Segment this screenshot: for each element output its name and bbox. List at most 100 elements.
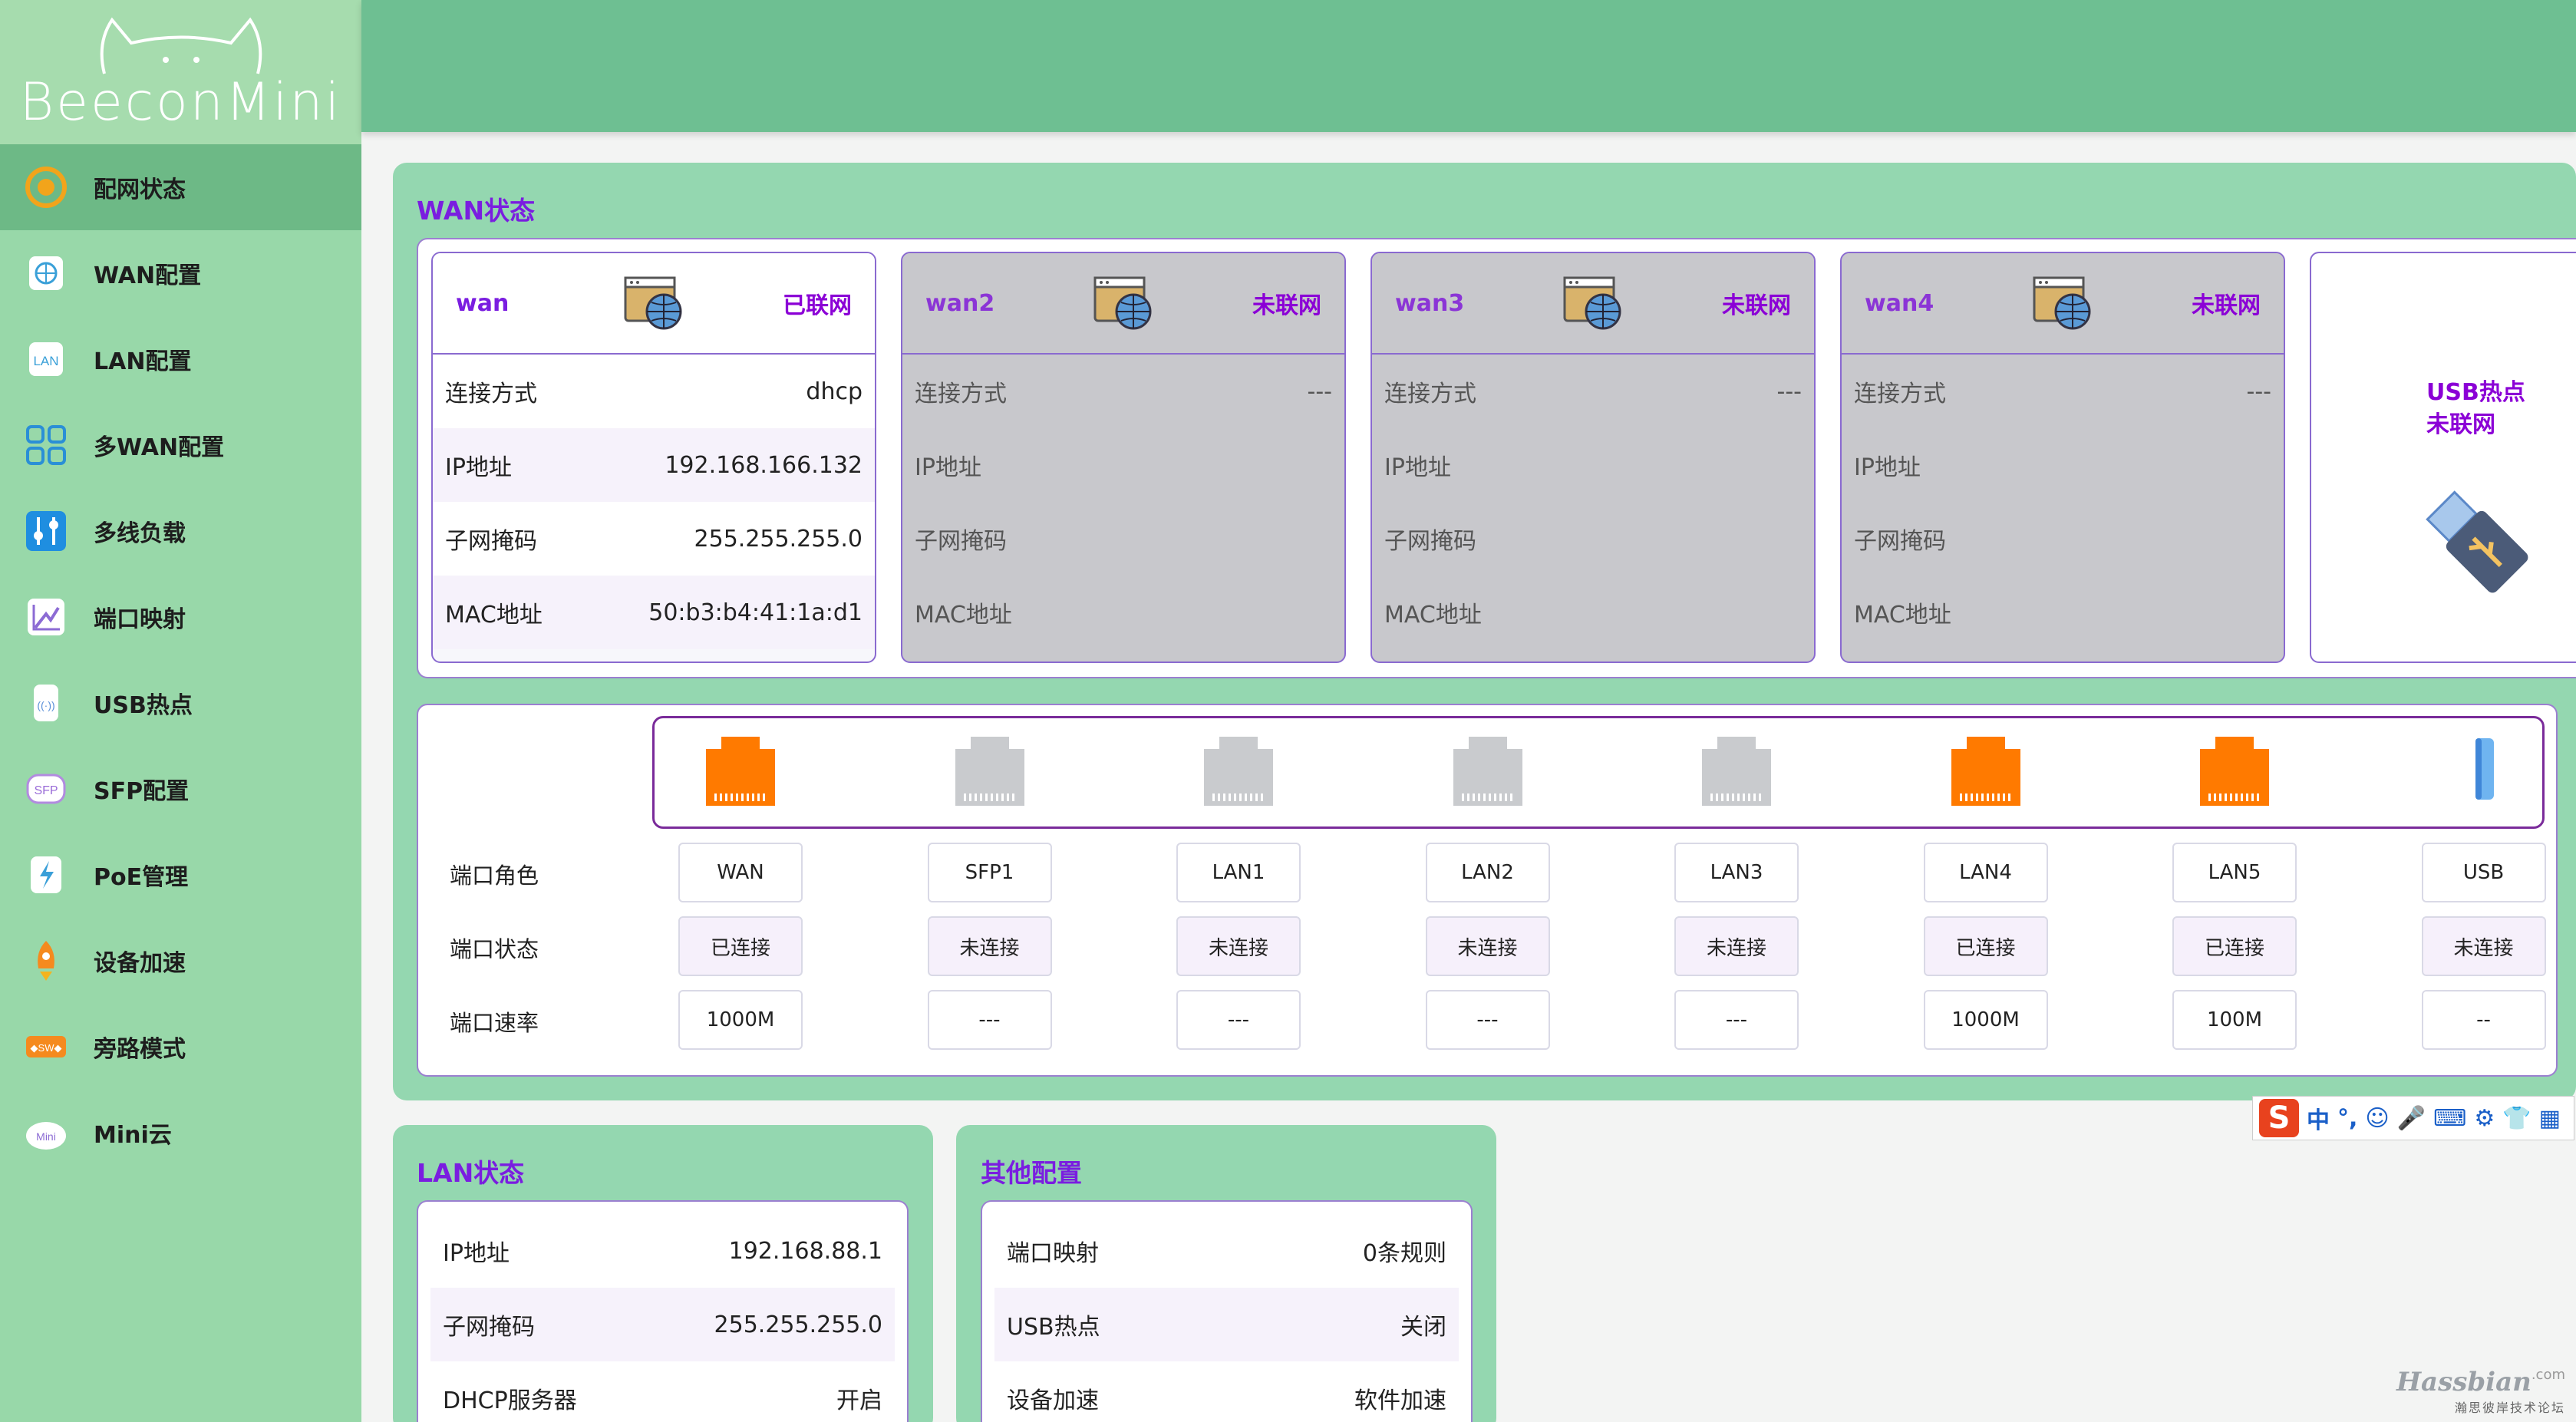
sidebar-item-network-status[interactable]: 配网状态 [0, 144, 361, 230]
wan-info-row: 子网掩码 255.255.255.0 [433, 502, 875, 576]
svg-text:Mini: Mini [36, 1130, 56, 1143]
usb-hotspot-title: USB热点 [2426, 379, 2525, 406]
bypass-icon: ◆SW◆ [21, 1022, 71, 1071]
sidebar-item-chart[interactable]: 端口映射 [0, 574, 361, 660]
row-value: 255.255.255.0 [714, 1311, 882, 1338]
skin-icon[interactable]: 👕 [2502, 1105, 2531, 1132]
wan-info-row: 连接方式 --- [902, 355, 1344, 428]
wan-info-value: --- [1307, 378, 1332, 405]
sidebar-item-label: SFP配置 [94, 778, 190, 805]
ethernet-port-icon [706, 737, 775, 806]
port-role-lan5: LAN5 [2172, 843, 2297, 902]
sogou-logo-icon[interactable]: S [2259, 1099, 2299, 1137]
wan-info-label: MAC地址 [1854, 602, 1951, 629]
globe-icon [21, 249, 71, 298]
lan-row: 子网掩码 255.255.255.0 [430, 1288, 895, 1361]
port-speed-lan1: --- [1176, 990, 1301, 1050]
lan-panel-title: LAN状态 [417, 1158, 525, 1188]
sidebar-item-label: 端口映射 [94, 606, 186, 633]
port-status-lan5: 已连接 [2172, 916, 2297, 976]
sidebar-item-poe[interactable]: PoE管理 [0, 832, 361, 918]
wan-info-value: 50:b3:b4:41:1a:d1 [648, 599, 863, 626]
port-speed-lan5: 100M [2172, 990, 2297, 1050]
usb-port-icon [2475, 738, 2494, 800]
sidebar-item-sliders[interactable]: 多线负载 [0, 488, 361, 574]
sidebar-item-rocket[interactable]: 设备加速 [0, 918, 361, 1004]
port-status-sfp1: 未连接 [927, 916, 1052, 976]
grid-icon [21, 421, 71, 470]
sidebar-item-label: PoE管理 [94, 864, 189, 891]
port-status-usb: 未连接 [2421, 916, 2546, 976]
wan-card-wan[interactable]: wan 已联网 连接方式 dhcp IP地址 192.168.166.132 子… [431, 252, 876, 663]
browser-globe-icon [2033, 276, 2091, 330]
wan-info-row: 连接方式 --- [1372, 355, 1814, 428]
watermark: Hassbian.com 瀚思彼岸技术论坛 [2396, 1367, 2565, 1416]
sidebar-item-bypass[interactable]: ◆SW◆ 旁路模式 [0, 1004, 361, 1090]
row-label: DHCP服务器 [443, 1387, 577, 1414]
wan-card-wan4[interactable]: wan4 未联网 连接方式 --- IP地址 子网掩码 MAC地址 [1840, 252, 2285, 663]
port-role-sfp1: SFP1 [927, 843, 1052, 902]
chart-icon [21, 592, 71, 642]
wan-info-row: IP地址 192.168.166.132 [433, 428, 875, 502]
wan-info-label: 连接方式 [915, 381, 1007, 407]
keyboard-icon[interactable]: ⌨ [2433, 1105, 2466, 1132]
watermark-tld: .com [2531, 1367, 2565, 1383]
brand-name: BeeconMini [19, 71, 342, 133]
wan-info-label: MAC地址 [445, 602, 543, 629]
emoji-icon[interactable]: ☺ [2365, 1105, 2389, 1132]
wan-info-label: MAC地址 [915, 602, 1012, 629]
watermark-subtitle: 瀚思彼岸技术论坛 [2454, 1401, 2565, 1415]
user-settings-icon[interactable]: ⚙ [2474, 1105, 2495, 1132]
port-role-lan3: LAN3 [1674, 843, 1799, 902]
wan-card-header: wan3 未联网 [1372, 253, 1814, 355]
sidebar-item-label: 旁路模式 [94, 1036, 186, 1063]
ethernet-port-icon [955, 737, 1024, 806]
browser-globe-icon [624, 276, 682, 330]
port-speed-lan4: 1000M [1923, 990, 2048, 1050]
toolbox-icon[interactable]: ▦ [2539, 1105, 2561, 1132]
wan-info-row: 连接方式 dhcp [433, 355, 875, 428]
sidebar-item-globe[interactable]: WAN配置 [0, 230, 361, 316]
sidebar-item-label: WAN配置 [94, 262, 202, 289]
wan-info-label: 子网掩码 [445, 528, 537, 555]
port-speed-usb: -- [2421, 990, 2546, 1050]
wan-card-wan3[interactable]: wan3 未联网 连接方式 --- IP地址 子网掩码 MAC地址 [1370, 252, 1816, 663]
sidebar-item-lan[interactable]: LAN LAN配置 [0, 316, 361, 402]
wan-info-label: 连接方式 [1384, 381, 1476, 407]
wan-name: wan2 [925, 289, 995, 317]
watermark-site: Hassbian [2396, 1367, 2531, 1397]
wan-status-badge: 未联网 [1252, 292, 1321, 319]
port-status-lan3: 未连接 [1674, 916, 1799, 976]
microphone-icon[interactable]: 🎤 [2397, 1105, 2426, 1132]
row-value: 192.168.88.1 [728, 1237, 882, 1265]
usb-hotspot-card[interactable]: USB热点 未联网 [2310, 252, 2576, 663]
wan-card-wan2[interactable]: wan2 未联网 连接方式 --- IP地址 子网掩码 MAC地址 [901, 252, 1346, 663]
sidebar-item-label: 设备加速 [94, 950, 186, 977]
port-status-label: 端口状态 [450, 936, 539, 962]
sidebar-item-grid[interactable]: 多WAN配置 [0, 402, 361, 488]
port-role-lan4: LAN4 [1923, 843, 2048, 902]
wan-info-label: IP地址 [915, 454, 981, 481]
sidebar-item-usb-hotspot[interactable]: ((·)) USB热点 [0, 660, 361, 746]
wan-info-row: IP地址 [902, 428, 1344, 502]
port-status-wan: 已连接 [678, 916, 803, 976]
wan-info-row: MAC地址 [1372, 576, 1814, 649]
wan-info-label: 连接方式 [1854, 381, 1946, 407]
row-value: 软件加速 [1354, 1387, 1446, 1414]
sidebar-item-cloud[interactable]: Mini Mini云 [0, 1090, 361, 1176]
ime-lang-toggle[interactable]: 中 [2307, 1101, 2330, 1135]
ime-toolbar[interactable]: S 中 °, ☺ 🎤 ⌨ ⚙ 👕 ▦ [2252, 1096, 2574, 1140]
ime-punct-toggle[interactable]: °, [2337, 1105, 2357, 1132]
row-label: 端口映射 [1007, 1240, 1099, 1267]
wan-card-header: wan2 未联网 [902, 253, 1344, 355]
sidebar-item-label: LAN配置 [94, 348, 192, 375]
sidebar-item-sfp[interactable]: SFP SFP配置 [0, 746, 361, 832]
wan-info-label: IP地址 [445, 454, 512, 481]
row-value: 关闭 [1400, 1314, 1446, 1341]
sfp-icon: SFP [21, 764, 71, 813]
row-label: IP地址 [443, 1240, 510, 1267]
poe-icon [21, 850, 71, 899]
wan-info-label: 子网掩码 [915, 528, 1007, 555]
sidebar-item-label: 多线负载 [94, 520, 186, 547]
wan-name: wan3 [1395, 289, 1465, 317]
